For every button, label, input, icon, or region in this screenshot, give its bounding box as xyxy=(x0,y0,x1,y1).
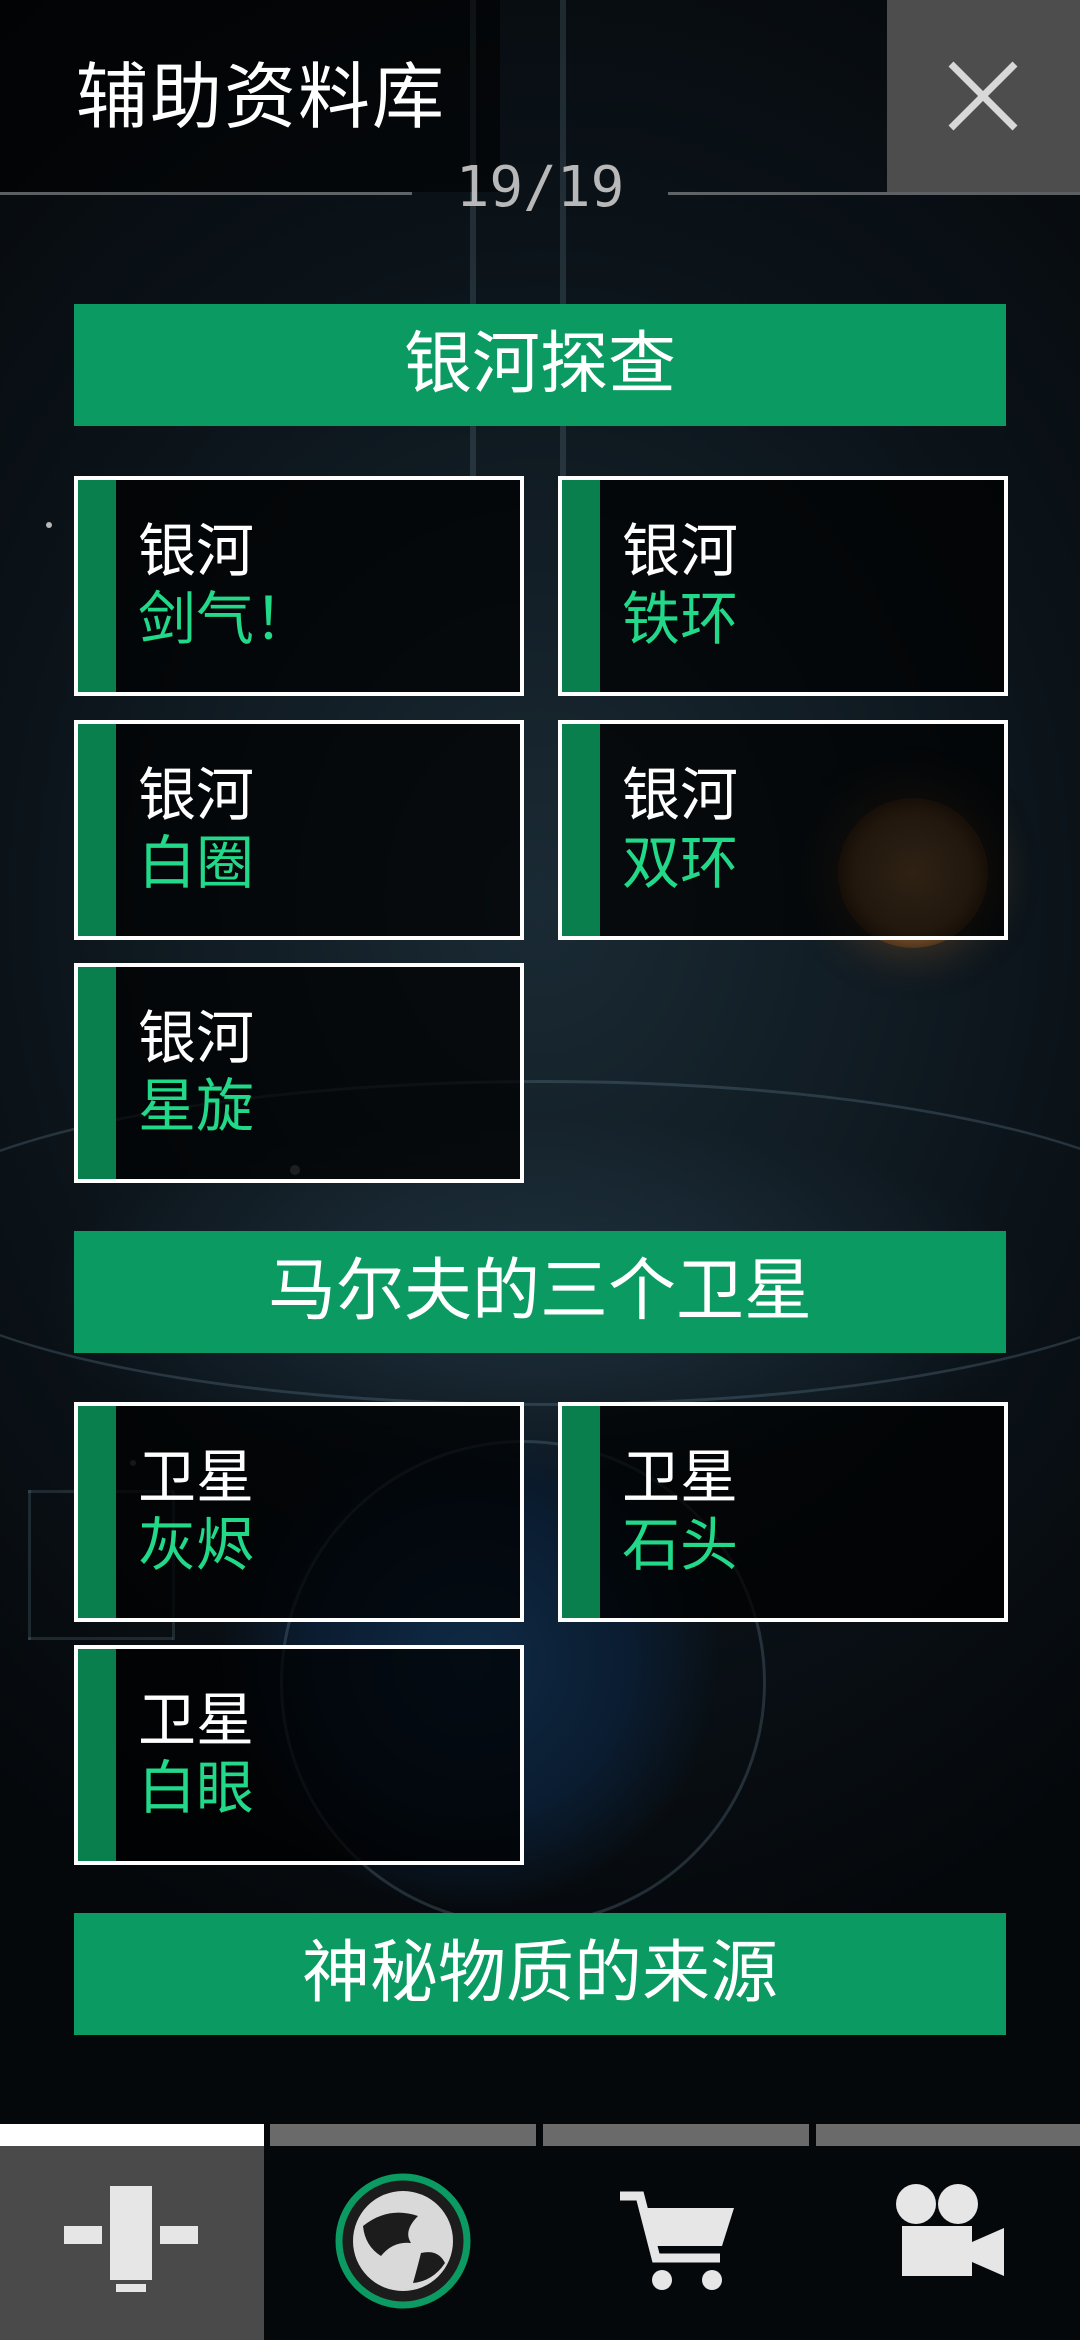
entry-card[interactable]: 银河 双环 xyxy=(558,720,1008,940)
page-title: 辅助资料库 xyxy=(76,55,447,139)
card-title: 石头 xyxy=(622,1511,739,1579)
card-category: 卫星 xyxy=(622,1443,739,1511)
card-category: 银河 xyxy=(622,761,739,829)
entry-card[interactable]: 卫星 白眼 xyxy=(74,1645,524,1865)
tab-indicator xyxy=(816,2124,1080,2146)
background-panel-line xyxy=(28,1637,173,1640)
close-icon xyxy=(948,61,1018,131)
card-stripe xyxy=(78,1649,116,1861)
section-header-galaxy-survey[interactable]: 银河探查 xyxy=(74,304,1006,426)
section-header-mystery-matter[interactable]: 神秘物质的来源 xyxy=(74,1913,1006,2035)
background-star xyxy=(46,522,52,528)
tab-video[interactable] xyxy=(816,2146,1080,2340)
card-title: 铁环 xyxy=(622,585,739,653)
entry-card[interactable]: 银河 铁环 xyxy=(558,476,1008,696)
card-title: 白圈 xyxy=(138,829,255,897)
card-title: 白眼 xyxy=(138,1754,255,1822)
card-stripe xyxy=(562,480,600,692)
tab-indicator xyxy=(543,2124,809,2146)
card-category: 卫星 xyxy=(138,1443,255,1511)
card-category: 银河 xyxy=(622,517,739,585)
card-category: 银河 xyxy=(138,761,255,829)
library-screen: 辅助资料库 19/19 银河探查 银河 剑气！ 银河 铁环 银河 白圈 银河 双… xyxy=(0,0,1080,2340)
card-title: 灰烬 xyxy=(138,1511,255,1579)
tab-database[interactable] xyxy=(0,2146,264,2340)
tab-globe[interactable] xyxy=(270,2146,536,2340)
card-stripe xyxy=(562,724,600,936)
card-stripe xyxy=(78,1406,116,1618)
card-title: 剑气！ xyxy=(138,585,313,653)
entry-card[interactable]: 卫星 石头 xyxy=(558,1402,1008,1622)
card-category: 卫星 xyxy=(138,1686,255,1754)
video-camera-icon xyxy=(896,2184,1004,2276)
tab-indicator-active xyxy=(0,2124,264,2146)
globe-icon xyxy=(335,2173,471,2309)
card-stripe xyxy=(562,1406,600,1618)
entry-card[interactable]: 卫星 灰烬 xyxy=(74,1402,524,1622)
card-stripe xyxy=(78,967,116,1179)
close-button[interactable] xyxy=(887,0,1080,192)
section-header-three-moons[interactable]: 马尔夫的三个卫星 xyxy=(74,1231,1006,1353)
header-divider-right xyxy=(668,192,1080,195)
background-panel-line xyxy=(28,1490,31,1640)
entry-card[interactable]: 银河 星旋 xyxy=(74,963,524,1183)
card-title: 星旋 xyxy=(138,1072,255,1140)
header-divider-left xyxy=(0,192,412,195)
tab-shop[interactable] xyxy=(543,2146,809,2340)
entry-counter: 19/19 xyxy=(455,155,625,220)
card-title: 双环 xyxy=(622,829,739,897)
bottom-tab-bar xyxy=(0,2124,1080,2340)
entry-card[interactable]: 银河 剑气！ xyxy=(74,476,524,696)
database-icon xyxy=(64,2186,198,2292)
card-category: 银河 xyxy=(138,517,255,585)
cart-icon xyxy=(620,2191,734,2290)
entry-card[interactable]: 银河 白圈 xyxy=(74,720,524,940)
tab-indicator xyxy=(270,2124,536,2146)
card-stripe xyxy=(78,480,116,692)
card-category: 银河 xyxy=(138,1004,255,1072)
card-stripe xyxy=(78,724,116,936)
